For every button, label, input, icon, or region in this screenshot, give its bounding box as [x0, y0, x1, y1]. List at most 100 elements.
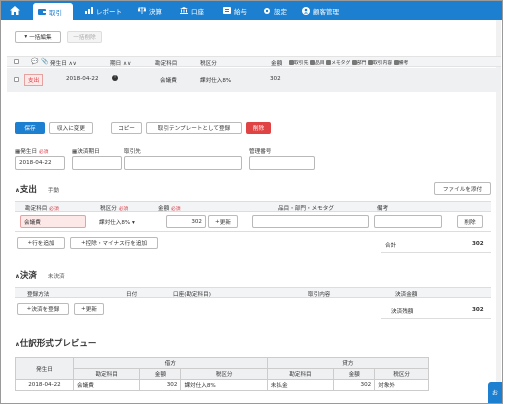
register-settlement-button[interactable]: + 決済を登録: [17, 303, 69, 315]
bulk-edit-button[interactable]: ▾ 一括編集: [15, 31, 61, 43]
top-nav: 取引 レポート 決算 口座 給与 設定 顧客管理: [1, 1, 502, 20]
sub-amount: 金額: [333, 368, 376, 380]
preview-credit-head: 貸方: [266, 357, 430, 369]
table-row[interactable]: 支出 2018-04-22 ! 会議費 課対仕入8% 302: [7, 68, 501, 92]
settlement-section-title[interactable]: ∧決済 未決済: [15, 269, 65, 281]
tab-transactions[interactable]: 取引: [33, 3, 73, 20]
partner-input[interactable]: [124, 156, 242, 170]
update-button[interactable]: + 更新: [208, 215, 238, 228]
chat-widget-button[interactable]: お: [488, 382, 502, 403]
delete-button[interactable]: 削除: [246, 122, 271, 134]
tab-payroll[interactable]: 給与: [223, 1, 247, 20]
bulk-delete-button[interactable]: 一括削除: [67, 31, 102, 43]
expense-table-header: 勘定科目 必須 税区分 必須 金額 必須 品目・部門・メモタグ 備考: [15, 201, 491, 212]
tab-label: 顧客管理: [313, 7, 339, 16]
tax-select[interactable]: 課対仕入8% ▾: [99, 218, 135, 226]
divider: [381, 252, 491, 253]
settle-date-input[interactable]: [72, 156, 122, 170]
col-account: 勘定科目: [155, 61, 178, 67]
tab-closing[interactable]: 決算: [138, 1, 162, 20]
customer-icon: [302, 6, 310, 15]
sub-tax: 税区分: [180, 368, 268, 380]
attachment-icon: 📎: [41, 58, 49, 65]
settlement-table-header: 登録方法 日付 口座(勘定科目) 取引内容 決済金額: [15, 287, 491, 298]
add-deduction-row-button[interactable]: + 控除・マイナス行を追加: [70, 237, 158, 249]
wallet-icon: [38, 9, 46, 15]
row-delete-button[interactable]: 削除: [457, 215, 483, 228]
select-all-checkbox[interactable]: [14, 59, 19, 64]
tab-label: 口座: [191, 7, 204, 16]
copy-button[interactable]: コピー: [111, 122, 142, 134]
col-amount: 金額: [271, 61, 283, 67]
preview-date-head: 発生日: [15, 357, 74, 380]
col-date[interactable]: 発生日 ∧∨: [50, 59, 77, 67]
journal-preview-table: 発生日 借方 貸方 勘定科目 金額 税区分 勘定科目 金額 税区分 2018-0…: [15, 357, 430, 391]
home-icon: [10, 6, 20, 15]
col-account: 口座(勘定科目): [173, 292, 211, 298]
col-content: 取引内容: [308, 292, 331, 298]
save-button[interactable]: 保存: [15, 122, 45, 134]
row-amount: 302: [270, 76, 281, 82]
payroll-icon: [223, 7, 231, 14]
row-checkbox[interactable]: [14, 77, 19, 82]
date-input[interactable]: 2018-04-22: [15, 156, 65, 170]
tab-accounts[interactable]: 口座: [180, 1, 204, 20]
home-tab[interactable]: [10, 1, 23, 20]
app-window: 取引 レポート 決算 口座 給与 設定 顧客管理 ▾ 一括編集 一括削除 💬 📎 …: [0, 0, 503, 404]
sub-account: 勘定科目: [72, 368, 141, 380]
col-amount: 決済金額: [395, 292, 418, 298]
col-tax: 税区分 必須: [100, 206, 129, 212]
tab-label: 取引: [49, 8, 62, 17]
col-note: 備考: [377, 206, 389, 212]
settle-date-label: ▦決済期日: [72, 149, 100, 155]
col-amount: 金額 必須: [158, 206, 181, 212]
sub-amount: 金額: [139, 368, 182, 380]
partner-label: 取引先: [124, 149, 141, 155]
column-filters[interactable]: 取引先 品目 メモタグ 部門 取引内容 備考: [289, 59, 408, 66]
attach-file-button[interactable]: ファイルを添付: [434, 182, 491, 195]
save-template-button[interactable]: 取引テンプレートとして登録: [146, 122, 242, 134]
col-method: 登録方法: [27, 292, 50, 298]
row-tax: 課対仕入8%: [200, 78, 232, 84]
to-income-button[interactable]: 収入に変更: [49, 122, 93, 134]
tab-label: 給与: [234, 7, 247, 16]
col-tax: 税区分: [200, 61, 217, 67]
tab-label: レポート: [96, 7, 122, 16]
col-date: 日付: [126, 292, 138, 298]
divider: [381, 318, 491, 319]
row-account: 会議費: [160, 78, 177, 84]
settlement-update-button[interactable]: + 更新: [74, 303, 104, 315]
tab-customers[interactable]: 顧客管理: [302, 1, 339, 20]
bank-icon: [180, 7, 188, 14]
balance-label: 決済残額: [391, 309, 414, 315]
expense-section-title[interactable]: ∧支出 手動: [15, 183, 59, 195]
row-date: 2018-04-22: [66, 76, 99, 82]
note-input[interactable]: [374, 215, 442, 228]
balance-value: 302: [472, 307, 484, 313]
tab-label: 設定: [274, 7, 287, 16]
col-item: 品目・部門・メモタグ: [278, 206, 334, 212]
info-icon[interactable]: !: [112, 75, 118, 81]
mgmt-label: 管理番号: [249, 149, 272, 155]
bar-chart-icon: [85, 7, 93, 14]
chat-icon: お: [492, 390, 499, 397]
account-input[interactable]: 会議費: [20, 215, 86, 228]
mgmt-input[interactable]: [249, 156, 315, 170]
col-due[interactable]: 期日 ∧∨: [110, 59, 131, 67]
gear-icon: [264, 7, 270, 14]
table-row: 2018-04-22 会議費 302 課対仕入8% 未払金 302 対象外: [15, 379, 429, 391]
tab-label: 決算: [149, 7, 162, 16]
add-row-button[interactable]: + 行を追加: [17, 237, 65, 249]
total-label: 合計: [385, 243, 397, 249]
item-input[interactable]: [252, 215, 369, 228]
tab-reports[interactable]: レポート: [85, 1, 122, 20]
col-account: 勘定科目 必須: [25, 206, 59, 212]
comment-icon: 💬: [31, 58, 39, 65]
preview-debit-head: 借方: [73, 357, 268, 369]
total-value: 302: [472, 241, 484, 247]
sub-tax: 税区分: [374, 368, 429, 380]
tab-settings[interactable]: 設定: [263, 1, 287, 20]
preview-section-title[interactable]: ∧仕訳形式プレビュー: [15, 337, 96, 349]
amount-input[interactable]: 302: [166, 215, 206, 228]
expense-badge: 支出: [24, 74, 44, 86]
